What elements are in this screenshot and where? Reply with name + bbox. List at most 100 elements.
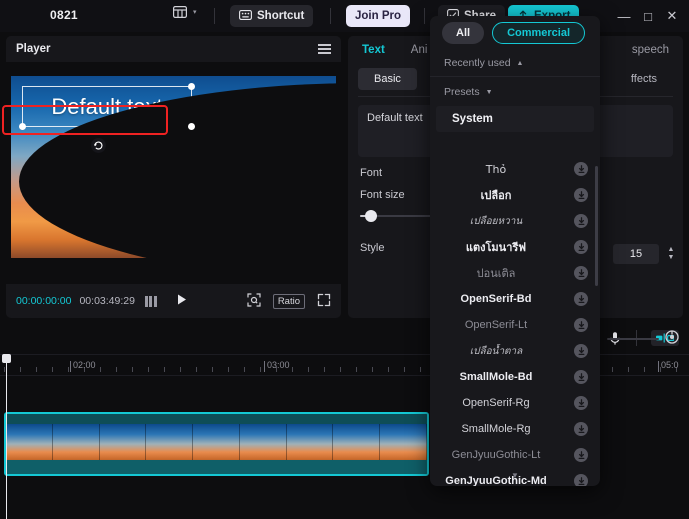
font-name-label: ปอนเติล xyxy=(476,268,516,280)
filter-chip-all[interactable]: All xyxy=(442,22,485,44)
ruler-tick xyxy=(388,367,389,372)
video-preview[interactable]: Default text xyxy=(11,76,336,258)
zoom-fit-icon[interactable] xyxy=(665,330,679,347)
font-name-label: เปลือก xyxy=(480,189,512,202)
list-item[interactable]: เปลือก xyxy=(430,182,600,208)
list-item[interactable]: เปลือยหวาน xyxy=(430,208,600,234)
download-icon[interactable] xyxy=(574,188,588,202)
frames-icon[interactable] xyxy=(144,295,157,307)
fullscreen-icon[interactable] xyxy=(317,293,331,310)
font-name-label: GenJyuuGothic-Lt xyxy=(451,449,541,461)
ruler-tick xyxy=(644,367,645,372)
stepper-down-icon[interactable]: ▼ xyxy=(668,254,675,261)
subtab-effects[interactable]: ffects xyxy=(615,68,673,90)
zoom-slider-track[interactable] xyxy=(607,337,659,340)
timeline-zoom-control[interactable] xyxy=(607,330,679,347)
list-item[interactable]: OpenSerif-Rg xyxy=(430,390,600,416)
list-item[interactable]: เปลือน้ำตาล xyxy=(430,338,600,364)
download-icon[interactable] xyxy=(574,240,588,254)
clip-thumbnail xyxy=(52,424,100,464)
divider xyxy=(424,8,425,24)
shortcut-button[interactable]: Shortcut xyxy=(230,5,314,27)
list-item[interactable]: GenJyuuGothic-Lt xyxy=(430,442,600,468)
resize-handle-br[interactable] xyxy=(188,123,195,130)
filter-chip-commercial[interactable]: Commercial xyxy=(492,22,586,44)
play-icon[interactable] xyxy=(175,293,188,309)
minimize-button[interactable]: — xyxy=(613,6,635,26)
download-icon[interactable] xyxy=(574,448,588,462)
ruler-label: 05:0 xyxy=(661,360,679,370)
table-row[interactable] xyxy=(4,412,429,476)
subtab-basic[interactable]: Basic xyxy=(358,68,417,90)
clip-thumbnail xyxy=(333,424,381,464)
list-item[interactable]: แตงโมนารีฟ xyxy=(430,234,600,260)
recently-used-label: Recently used xyxy=(444,57,511,69)
ruler-tick xyxy=(196,367,197,372)
font-name-label: Thỏ xyxy=(485,162,507,176)
player-stage: Default text xyxy=(6,62,341,284)
load-more-caret-icon[interactable]: ▼ xyxy=(430,471,600,480)
ruler-tick xyxy=(244,367,245,372)
font-name-label: SmallMole-Rg xyxy=(461,423,531,435)
maximize-button[interactable]: □ xyxy=(637,6,659,26)
slider-knob[interactable] xyxy=(365,210,377,222)
crop-icon[interactable] xyxy=(247,292,261,310)
ruler-tick xyxy=(356,367,357,372)
dropdown-scrollbar[interactable] xyxy=(595,166,598,286)
list-item[interactable]: SmallMole-Rg xyxy=(430,416,600,442)
ruler-major-tick xyxy=(658,361,659,372)
resize-handle-bl[interactable] xyxy=(19,123,26,130)
presets-section[interactable]: Presets ▼ xyxy=(430,79,600,105)
presets-label: Presets xyxy=(444,86,480,98)
player-controls: 00:00:00:00 00:03:49:29 Ratio xyxy=(6,284,341,318)
player-panel: Player Default text 00:00:00:00 00:03:49… xyxy=(6,36,341,318)
rotate-handle-icon[interactable] xyxy=(91,138,106,153)
download-icon[interactable] xyxy=(574,214,588,228)
chevron-down-icon: ▼ xyxy=(485,88,493,96)
text-overlay-box[interactable]: Default text xyxy=(19,83,336,258)
font-name-label: OpenSerif-Lt xyxy=(464,319,528,331)
close-button[interactable]: ✕ xyxy=(661,6,683,26)
font-name-label: OpenSerif-Bd xyxy=(460,293,532,305)
download-icon[interactable] xyxy=(574,266,588,280)
list-item[interactable]: Thỏ xyxy=(430,156,600,182)
ruler-tick xyxy=(36,367,37,372)
playhead[interactable] xyxy=(2,354,11,519)
clip-top-band xyxy=(6,414,427,424)
download-icon[interactable] xyxy=(574,344,588,358)
download-icon[interactable] xyxy=(574,396,588,410)
font-size-stepper[interactable]: ▲ ▼ xyxy=(663,242,679,266)
list-item[interactable]: ปอนเติล xyxy=(430,260,600,286)
clip-thumbnail xyxy=(193,424,240,464)
font-option-system[interactable]: System xyxy=(436,106,594,132)
tab-animation[interactable]: Ani xyxy=(411,44,428,56)
font-size-input[interactable]: 15 xyxy=(613,244,659,264)
font-name-label: OpenSerif-Rg xyxy=(462,397,530,409)
download-icon[interactable] xyxy=(574,292,588,306)
font-dropdown[interactable]: All Commercial Recently used ▲ Presets ▼… xyxy=(430,16,600,486)
clip-thumbnail xyxy=(146,424,194,464)
player-title: Player xyxy=(16,43,51,55)
ruler-tick xyxy=(148,367,149,372)
tab-text-to-speech[interactable]: speech xyxy=(632,44,669,56)
download-icon[interactable] xyxy=(574,162,588,176)
recently-used-section[interactable]: Recently used ▲ xyxy=(430,50,600,76)
keyboard-icon xyxy=(239,9,252,23)
layout-icon[interactable] xyxy=(173,6,187,18)
download-icon[interactable] xyxy=(574,370,588,384)
ratio-button[interactable]: Ratio xyxy=(272,293,305,309)
list-item[interactable]: OpenSerif-Lt xyxy=(430,312,600,338)
download-icon[interactable] xyxy=(574,422,588,436)
tab-text[interactable]: Text xyxy=(362,44,385,56)
font-list[interactable]: Thỏ เปลือกเปลือยหวาน แตงโมนารีฟปอนเติล Open… xyxy=(430,156,600,486)
download-icon[interactable] xyxy=(574,318,588,332)
resize-handle-tr[interactable] xyxy=(188,83,195,90)
list-item[interactable]: SmallMole-Bd xyxy=(430,364,600,390)
join-pro-button[interactable]: Join Pro xyxy=(346,5,411,27)
list-item[interactable]: OpenSerif-Bd xyxy=(430,286,600,312)
stepper-up-icon[interactable]: ▲ xyxy=(668,246,675,253)
ruler-tick xyxy=(100,367,101,372)
ruler-tick xyxy=(372,367,373,372)
hamburger-icon[interactable] xyxy=(318,44,331,54)
layout-caret-icon[interactable]: ▾ xyxy=(193,8,197,16)
